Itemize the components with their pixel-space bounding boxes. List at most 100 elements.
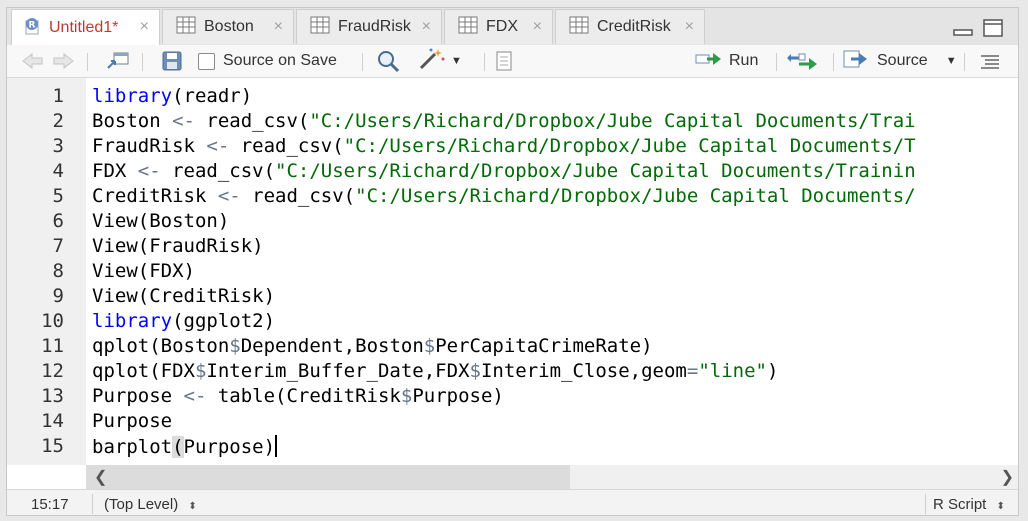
chevron-down-icon: ▼ — [451, 55, 462, 67]
magic-wand-icon — [417, 47, 447, 76]
code-token: "C:/Users/Richard/Dropbox/Jube Capital D… — [355, 185, 916, 207]
tab-label: CreditRisk — [597, 18, 671, 35]
scrollbar-thumb[interactable] — [86, 465, 570, 489]
code-token: "C:/Users/Richard/Dropbox/Jube Capital D… — [309, 110, 916, 132]
close-icon[interactable]: × — [422, 18, 431, 36]
tab-fraudrisk[interactable]: FraudRisk × — [296, 9, 442, 44]
code-line[interactable]: FraudRisk <- read_csv("C:/Users/Richard/… — [92, 135, 916, 157]
minimize-pane-icon[interactable] — [952, 18, 974, 43]
line-number: 2 — [52, 110, 64, 132]
line-number-gutter: 1 2 3 4 5 6 7 8 9 10 11 12 13 14 15 — [7, 78, 86, 465]
code-line[interactable]: CreditRisk <- read_csv("C:/Users/Richard… — [92, 185, 916, 207]
code-token: $ — [469, 360, 481, 382]
line-number: 14 — [41, 410, 64, 432]
source-label: Source — [877, 52, 928, 69]
code-token: View(FDX) — [92, 260, 195, 282]
table-icon — [310, 16, 330, 39]
source-on-save-label: Source on Save — [223, 52, 337, 69]
show-in-new-window-icon[interactable] — [105, 45, 131, 77]
tab-label: FDX — [486, 18, 518, 35]
code-token: read_csv( — [229, 135, 344, 157]
code-line[interactable]: View(Boston) — [92, 210, 229, 232]
code-token: $ — [400, 385, 413, 407]
code-line[interactable]: qplot(Boston$Dependent,Boston$PerCapitaC… — [92, 335, 653, 357]
close-icon[interactable]: × — [685, 18, 694, 36]
code-token: <- — [172, 110, 195, 132]
code-line[interactable]: FDX <- read_csv("C:/Users/Richard/Dropbo… — [92, 160, 916, 182]
code-token: library — [92, 85, 173, 107]
scope-label: (Top Level) — [104, 496, 179, 513]
code-token: <- — [206, 135, 230, 157]
code-tools-button[interactable]: ▼ — [417, 45, 462, 77]
line-number: 10 — [41, 310, 64, 332]
code-token: Boston — [92, 110, 173, 132]
text-cursor — [275, 435, 278, 457]
tab-label: Boston — [204, 18, 254, 35]
line-number: 1 — [52, 85, 64, 107]
back-icon[interactable] — [21, 45, 45, 77]
run-button[interactable]: Run — [695, 45, 758, 77]
horizontal-scrollbar[interactable]: ❮ ❯ — [86, 465, 1018, 489]
close-icon[interactable]: × — [274, 18, 283, 36]
code-line[interactable]: barplot(Purpose) — [92, 435, 278, 458]
chevron-down-icon: ▼ — [945, 55, 957, 67]
scope-selector[interactable]: (Top Level) ⬍ — [104, 496, 197, 513]
code-line[interactable]: View(FDX) — [92, 260, 195, 282]
code-line[interactable]: Purpose <- table(CreditRisk$Purpose) — [92, 385, 504, 407]
code-line[interactable]: Purpose — [92, 410, 172, 432]
code-token: (readr) — [172, 85, 253, 107]
source-button[interactable]: Source ▼ — [843, 45, 957, 77]
save-icon[interactable] — [161, 45, 183, 77]
source-on-save-checkbox[interactable]: Source on Save — [198, 45, 337, 77]
line-number: 3 — [52, 135, 64, 157]
line-number: 8 — [52, 260, 64, 282]
code-token: $ — [194, 360, 207, 382]
code-token: Interim_Close,geom — [480, 360, 687, 382]
close-icon[interactable]: × — [140, 18, 149, 36]
code-token: (ggplot2) — [172, 310, 276, 332]
line-number: 7 — [52, 235, 64, 257]
tab-creditrisk[interactable]: CreditRisk × — [555, 9, 705, 44]
maximize-pane-icon[interactable] — [982, 18, 1004, 43]
line-number: 13 — [41, 385, 64, 407]
source-arrow-icon — [843, 49, 871, 74]
line-number: 4 — [52, 160, 64, 182]
code-line[interactable]: qplot(FDX$Interim_Buffer_Date,FDX$Interi… — [92, 360, 778, 382]
code-token: Interim_Buffer_Date,FDX — [206, 360, 470, 382]
file-type-selector[interactable]: R Script ⬍ — [933, 496, 1005, 513]
code-token: ( — [172, 436, 184, 458]
file-type-label: R Script — [933, 496, 987, 513]
cursor-position: 15:17 — [31, 496, 69, 513]
scroll-left-icon[interactable]: ❮ — [94, 467, 107, 487]
code-token: FraudRisk — [92, 135, 207, 157]
code-token: $ — [423, 335, 436, 357]
code-token: $ — [229, 335, 241, 357]
code-token: "C:/Users/Richard/Dropbox/Jube Capital D… — [275, 160, 916, 182]
editor-status-bar: 15:17 (Top Level) ⬍ R Script ⬍ — [7, 489, 1018, 515]
tab-boston[interactable]: Boston × — [162, 9, 294, 44]
code-token: qplot(Boston — [92, 335, 230, 357]
checkbox-icon — [198, 52, 215, 70]
search-icon[interactable] — [376, 45, 400, 77]
toolbar-divider — [964, 53, 965, 71]
line-number: 15 — [41, 435, 64, 457]
code-token: <- — [183, 385, 207, 407]
close-icon[interactable]: × — [533, 18, 542, 36]
code-token: table(CreditRisk — [206, 385, 401, 407]
code-line[interactable]: View(CreditRisk) — [92, 285, 275, 307]
svg-text:R: R — [29, 20, 36, 30]
compile-report-icon[interactable] — [494, 45, 514, 77]
forward-icon[interactable] — [51, 45, 75, 77]
code-line[interactable]: View(FraudRisk) — [92, 235, 264, 257]
code-line[interactable]: library(readr) — [92, 85, 252, 107]
document-outline-icon[interactable] — [979, 45, 1001, 77]
code-token: Purpose) — [412, 385, 504, 407]
tab-untitled1[interactable]: R Untitled1* × — [11, 9, 160, 46]
scroll-right-icon[interactable]: ❯ — [1001, 467, 1014, 487]
tab-fdx[interactable]: FDX × — [444, 9, 553, 44]
code-editor[interactable]: 1 2 3 4 5 6 7 8 9 10 11 12 13 14 15 library(readr) Bost… — [7, 78, 1018, 465]
rerun-icon[interactable] — [787, 45, 819, 77]
code-token: barplot — [92, 436, 173, 458]
code-line[interactable]: Boston <- read_csv("C:/Users/Richard/Dro… — [92, 110, 916, 132]
code-line[interactable]: library(ggplot2) — [92, 310, 275, 332]
